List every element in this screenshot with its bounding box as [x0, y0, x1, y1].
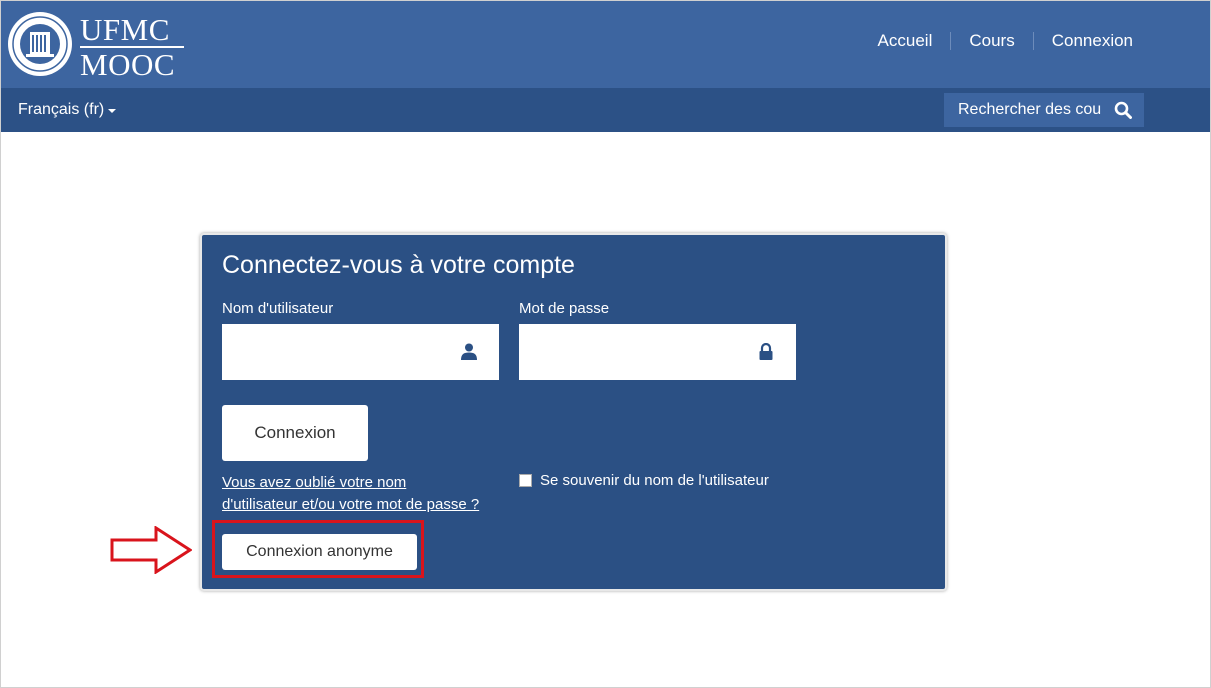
nav-cours[interactable]: Cours [969, 31, 1014, 51]
anonymous-login-button[interactable]: Connexion anonyme [222, 534, 417, 570]
caret-down-icon [108, 109, 117, 113]
main-nav: Accueil Cours Connexion [878, 31, 1133, 51]
search-input[interactable]: Rechercher des cou [958, 101, 1104, 119]
top-header: UFMC MOOC Accueil Cours Connexion [0, 0, 1211, 88]
language-label: Français (fr) [18, 101, 105, 118]
remember-checkbox[interactable] [519, 474, 532, 487]
logo-line1: UFMC [80, 12, 170, 47]
login-title: Connectez-vous à votre compte [222, 251, 575, 279]
username-field[interactable] [222, 324, 499, 380]
lock-icon [759, 343, 773, 360]
login-panel: Connectez-vous à votre compte Nom d'util… [200, 233, 947, 591]
search-icon[interactable] [1114, 101, 1132, 119]
course-search[interactable]: Rechercher des cou [944, 93, 1144, 127]
user-icon [461, 343, 477, 360]
password-label: Mot de passe [519, 300, 610, 317]
forgot-line1: Vous avez oublié votre nom [222, 474, 407, 491]
arrow-right-icon [110, 526, 192, 574]
university-seal-icon [8, 12, 72, 76]
nav-connexion[interactable]: Connexion [1052, 31, 1133, 51]
login-button[interactable]: Connexion [222, 405, 368, 461]
forgot-line2: d'utilisateur et/ou votre mot de passe ? [222, 496, 480, 513]
username-label: Nom d'utilisateur [222, 300, 334, 317]
remember-username: Se souvenir du nom de l'utilisateur [519, 472, 769, 489]
remember-label: Se souvenir du nom de l'utilisateur [540, 472, 769, 489]
site-logo[interactable]: UFMC MOOC [6, 10, 186, 80]
password-field[interactable] [519, 324, 796, 380]
nav-divider [1032, 32, 1034, 50]
forgot-credentials-link[interactable]: Vous avez oublié votre nom d'utilisateur… [222, 472, 512, 516]
nav-accueil[interactable]: Accueil [878, 31, 933, 51]
language-menu[interactable]: Français (fr) [18, 101, 117, 119]
nav-divider [950, 32, 952, 50]
logo-text: UFMC MOOC [80, 14, 184, 80]
logo-line2: MOOC [80, 46, 184, 80]
